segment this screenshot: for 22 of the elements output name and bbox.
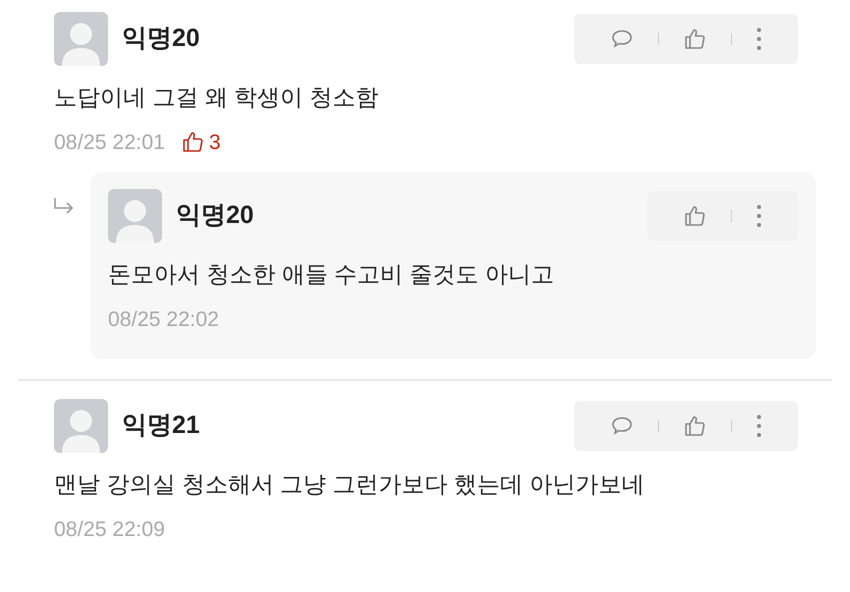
more-icon [756,27,762,51]
thumbs-up-icon [683,27,707,51]
like-icon [180,130,205,154]
author-name: 익명20 [122,23,200,54]
comment-text: 돈모아서 청소한 애들 수고비 줄것도 아니고 [108,260,555,289]
comment-text: 노답이네 그걸 왜 학생이 청소함 [54,83,380,112]
avatar-icon [54,12,108,66]
timestamp: 08/25 22:02 [108,306,219,332]
timestamp: 08/25 22:01 [54,130,165,156]
comment-text: 맨날 강의실 청소해서 그냥 그런가보다 했는데 아닌가보네 [54,470,646,499]
thumbs-up-icon [683,414,707,438]
more-icon [756,414,762,438]
avatar-icon [54,399,108,453]
comment-icon [610,415,634,437]
comment-icon [610,28,634,50]
avatar-icon [108,189,162,243]
thumbs-up-icon [683,204,707,228]
author-name: 익명21 [122,410,200,442]
author-name: 익명20 [176,200,254,232]
like-count: 3 [208,130,221,156]
more-icon [756,204,762,228]
timestamp: 08/25 22:09 [54,516,165,542]
